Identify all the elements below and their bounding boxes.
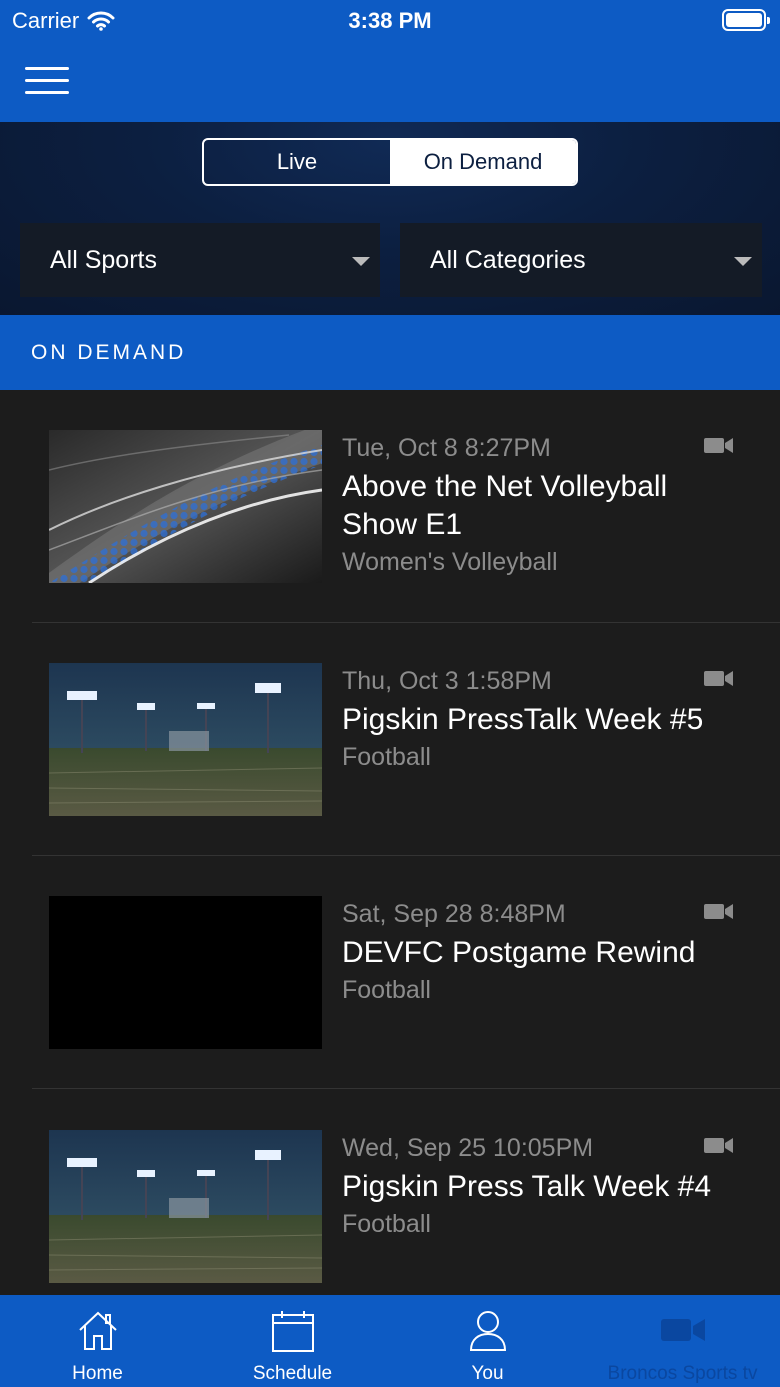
tab-bar: Home Schedule You Broncos Sports tv	[0, 1295, 780, 1387]
item-date: Wed, Sep 25 10:05PM	[342, 1134, 594, 1162]
sports-dropdown-label: All Sports	[50, 245, 157, 274]
tab-on-demand[interactable]: On Demand	[390, 140, 576, 184]
tab-live[interactable]: Live	[204, 140, 390, 184]
item-title: Above the Net Volleyball Show E1	[342, 470, 668, 541]
item-category: Women's Volleyball	[342, 548, 558, 576]
filter-panel: Live On Demand All Sports All Categories	[0, 122, 780, 315]
item-title: Pigskin PressTalk Week #5	[342, 703, 704, 736]
divider	[32, 1088, 780, 1089]
item-meta: Thu, Oct 3 1:58PM Pigskin PressTalk Week…	[342, 665, 742, 773]
video-camera-icon	[704, 438, 733, 453]
tab-label: Schedule	[252, 1363, 333, 1384]
item-meta: Wed, Sep 25 10:05PM Pigskin Press Talk W…	[342, 1132, 742, 1240]
clock: 3:38 PM	[348, 8, 432, 33]
tab-schedule[interactable]: Schedule	[195, 1295, 390, 1387]
video-thumbnail	[49, 896, 322, 1049]
caret-down-icon	[734, 257, 752, 266]
tab-you[interactable]: You	[390, 1295, 585, 1387]
tab-label: Broncos Sports tv	[607, 1363, 758, 1384]
categories-dropdown-label: All Categories	[430, 245, 586, 274]
home-icon	[78, 1311, 117, 1350]
video-thumbnail	[49, 1130, 322, 1283]
item-category: Football	[342, 1210, 431, 1238]
calendar-icon	[271, 1311, 314, 1352]
video-camera-icon	[704, 904, 733, 919]
item-date: Sat, Sep 28 8:48PM	[342, 900, 566, 928]
item-title: DEVFC Postgame Rewind	[342, 936, 696, 969]
live-ondemand-toggle: Live On Demand	[202, 138, 578, 186]
nav-bar	[0, 40, 780, 122]
video-camera-icon	[704, 671, 733, 686]
tab-home[interactable]: Home	[0, 1295, 195, 1387]
item-category: Football	[342, 743, 431, 771]
list-item[interactable]: Tue, Oct 8 8:27PM Above the Net Volleyba…	[0, 390, 780, 623]
status-bar: Carrier 3:38 PM	[0, 0, 780, 40]
item-meta: Tue, Oct 8 8:27PM Above the Net Volleyba…	[342, 432, 742, 578]
video-thumbnail	[49, 430, 322, 583]
item-date: Tue, Oct 8 8:27PM	[342, 434, 551, 462]
video-thumbnail	[49, 663, 322, 816]
caret-down-icon	[352, 257, 370, 266]
menu-icon[interactable]	[25, 67, 69, 95]
video-camera-icon	[660, 1319, 705, 1341]
categories-dropdown[interactable]: All Categories	[400, 223, 762, 297]
video-list[interactable]: Tue, Oct 8 8:27PM Above the Net Volleyba…	[0, 390, 780, 1295]
tab-label: Home	[72, 1363, 123, 1384]
battery-icon	[722, 9, 770, 31]
section-header: ON DEMAND	[0, 315, 780, 390]
item-meta: Sat, Sep 28 8:48PM DEVFC Postgame Rewind…	[342, 898, 742, 1006]
list-item[interactable]: Sat, Sep 28 8:48PM DEVFC Postgame Rewind…	[0, 856, 780, 1089]
item-title: Pigskin Press Talk Week #4	[342, 1170, 712, 1203]
tab-label: You	[471, 1363, 504, 1384]
list-item[interactable]: Thu, Oct 3 1:58PM Pigskin PressTalk Week…	[0, 623, 780, 856]
video-camera-icon	[704, 1138, 733, 1153]
sports-dropdown[interactable]: All Sports	[20, 223, 380, 297]
list-item[interactable]: Wed, Sep 25 10:05PM Pigskin Press Talk W…	[0, 1090, 780, 1295]
item-date: Thu, Oct 3 1:58PM	[342, 667, 552, 695]
user-icon	[469, 1311, 506, 1351]
tab-broncos-sports-tv[interactable]: Broncos Sports tv	[585, 1295, 780, 1387]
item-category: Football	[342, 976, 431, 1004]
